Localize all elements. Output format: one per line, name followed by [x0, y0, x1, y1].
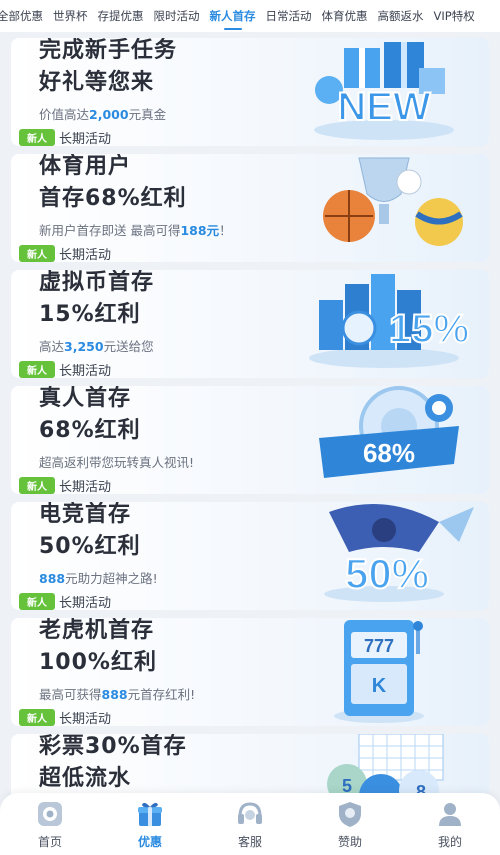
user-icon — [439, 802, 461, 826]
promo-card-esports[interactable]: 电竞首存 50%红利 888元助力超神之路! 新人 长期活动 50% — [11, 502, 489, 610]
promo-card-crypto[interactable]: 虚拟币首存 15%红利 高达3,250元送给您 新人 长期活动 15% — [11, 270, 489, 378]
promo-card-live-casino[interactable]: 真人首存 68%红利 超高返利带您玩转真人视讯! 新人 长期活动 68% — [11, 386, 489, 494]
promo-title: 老虎机首存 — [39, 618, 155, 643]
nav-sponsor[interactable]: 赞助 — [300, 793, 400, 855]
nav-label: 客服 — [237, 834, 262, 849]
nav-home[interactable]: 首页 — [0, 793, 100, 855]
trophy-balls-icon — [323, 157, 463, 246]
nav-label: 首页 — [37, 834, 62, 849]
new-user-badge: 新人 — [19, 477, 55, 494]
new-user-badge: 新人 — [19, 709, 55, 726]
promo-card-newbie-task[interactable]: 完成新手任务 好礼等您来 价值高达2,000元真金 新人 长期活动 NEW — [11, 38, 489, 146]
promo-desc: 高达3,250元送给您 — [39, 339, 154, 354]
nav-label: 我的 — [437, 834, 462, 849]
home-icon — [38, 801, 62, 826]
tab-vip[interactable]: VIP特权 — [429, 0, 480, 32]
promo-tags: 新人 长期活动 — [19, 708, 111, 726]
tab-rebate[interactable]: 高额返水 — [373, 0, 429, 32]
svg-text:68%: 68% — [363, 438, 415, 468]
new-user-badge: 新人 — [19, 593, 55, 610]
promo-subtitle: 15%红利 — [39, 302, 141, 327]
nav-label: 优惠 — [137, 834, 162, 849]
promo-subtitle: 首存68%红利 — [39, 186, 187, 211]
nav-label: 赞助 — [337, 834, 362, 849]
promo-period: 长期活动 — [59, 364, 112, 378]
promo-desc: 超高返利带您玩转真人视讯! — [39, 455, 195, 470]
new-user-badge: 新人 — [19, 245, 55, 262]
tab-daily[interactable]: 日常活动 — [261, 0, 317, 32]
promo-period: 长期活动 — [59, 712, 112, 726]
promo-desc: 新用户首存即送 最高可得188元！ — [39, 223, 232, 238]
promo-title: 真人首存 — [39, 386, 132, 411]
promo-period: 长期活动 — [59, 248, 112, 262]
promo-subtitle: 50%红利 — [39, 534, 141, 559]
promo-subtitle: 68%红利 — [39, 418, 141, 443]
nav-support[interactable]: 客服 — [200, 793, 300, 855]
promo-tags: 新人 长期活动 — [19, 244, 111, 262]
headset-icon — [238, 801, 262, 824]
promo-desc: 最高可获得888元首存红利! — [39, 687, 196, 702]
promo-category-tabs: 全部优惠 世界杯 存提优惠 限时活动 新人首存 日常活动 体育优惠 高额返水 V… — [0, 0, 500, 32]
svg-text:K: K — [372, 675, 387, 697]
promo-title: 体育用户 — [39, 154, 132, 179]
slot-machine-icon: 777 K — [334, 620, 424, 723]
new-gift-boxes-icon: NEW — [314, 42, 454, 140]
tab-limited-time[interactable]: 限时活动 — [149, 0, 205, 32]
promo-title: 彩票30%首存 — [39, 734, 187, 759]
svg-text:NEW: NEW — [337, 85, 431, 129]
promo-card-lottery[interactable]: 彩票30%首存 超低流水 5 8 — [11, 734, 489, 794]
promo-tags: 新人 长期活动 — [19, 360, 111, 378]
promo-subtitle: 好礼等您来 — [39, 70, 155, 95]
promo-subtitle: 超低流水 — [39, 766, 132, 791]
svg-text:50%: 50% — [345, 550, 429, 597]
sponsor-icon — [339, 801, 361, 827]
new-user-badge: 新人 — [19, 129, 55, 146]
bottom-nav: 首页 优惠 客服 赞助 我的 — [0, 793, 500, 855]
promo-period: 长期活动 — [59, 132, 112, 146]
tab-all[interactable]: 全部优惠 — [0, 0, 48, 32]
tab-deposit-withdraw[interactable]: 存提优惠 — [93, 0, 149, 32]
promo-card-slots[interactable]: 老虎机首存 100%红利 最高可获得888元首存红利! 新人 长期活动 777 … — [11, 618, 489, 726]
tab-sports[interactable]: 体育优惠 — [317, 0, 373, 32]
promo-list[interactable]: 完成新手任务 好礼等您来 价值高达2,000元真金 新人 长期活动 NEW 体育… — [0, 32, 500, 794]
tab-world-cup[interactable]: 世界杯 — [48, 0, 93, 32]
promo-tags: 新人 长期活动 — [19, 476, 111, 494]
new-user-badge: 新人 — [19, 361, 55, 378]
roulette-chips-icon: 68% — [319, 386, 459, 478]
esports-hero-icon: 50% — [324, 504, 474, 602]
promo-subtitle: 100%红利 — [39, 650, 157, 675]
promo-period: 长期活动 — [59, 480, 112, 494]
svg-text:15%: 15% — [389, 307, 469, 351]
svg-text:777: 777 — [364, 636, 394, 656]
promo-desc: 888元助力超神之路! — [39, 571, 158, 586]
nav-profile[interactable]: 我的 — [400, 793, 500, 855]
promo-card-sports[interactable]: 体育用户 首存68%红利 新用户首存即送 最高可得188元！ 新人 长期活动 — [11, 154, 489, 262]
promo-period: 长期活动 — [59, 596, 112, 610]
nav-promotions[interactable]: 优惠 — [100, 793, 200, 855]
coin-stacks-icon: 15% — [309, 274, 470, 368]
gift-icon — [138, 802, 162, 826]
promo-desc: 价值高达2,000元真金 — [39, 107, 167, 122]
promo-tags: 新人 长期活动 — [19, 128, 111, 146]
promo-title: 虚拟币首存 — [39, 270, 155, 295]
svg-text:5: 5 — [342, 776, 352, 794]
lottery-balls-icon: 5 8 — [327, 734, 444, 794]
promo-tags: 新人 长期活动 — [19, 592, 111, 610]
tab-new-user-first-deposit[interactable]: 新人首存 — [205, 0, 261, 32]
promo-title: 完成新手任务 — [39, 38, 178, 63]
promo-title: 电竞首存 — [39, 502, 132, 527]
